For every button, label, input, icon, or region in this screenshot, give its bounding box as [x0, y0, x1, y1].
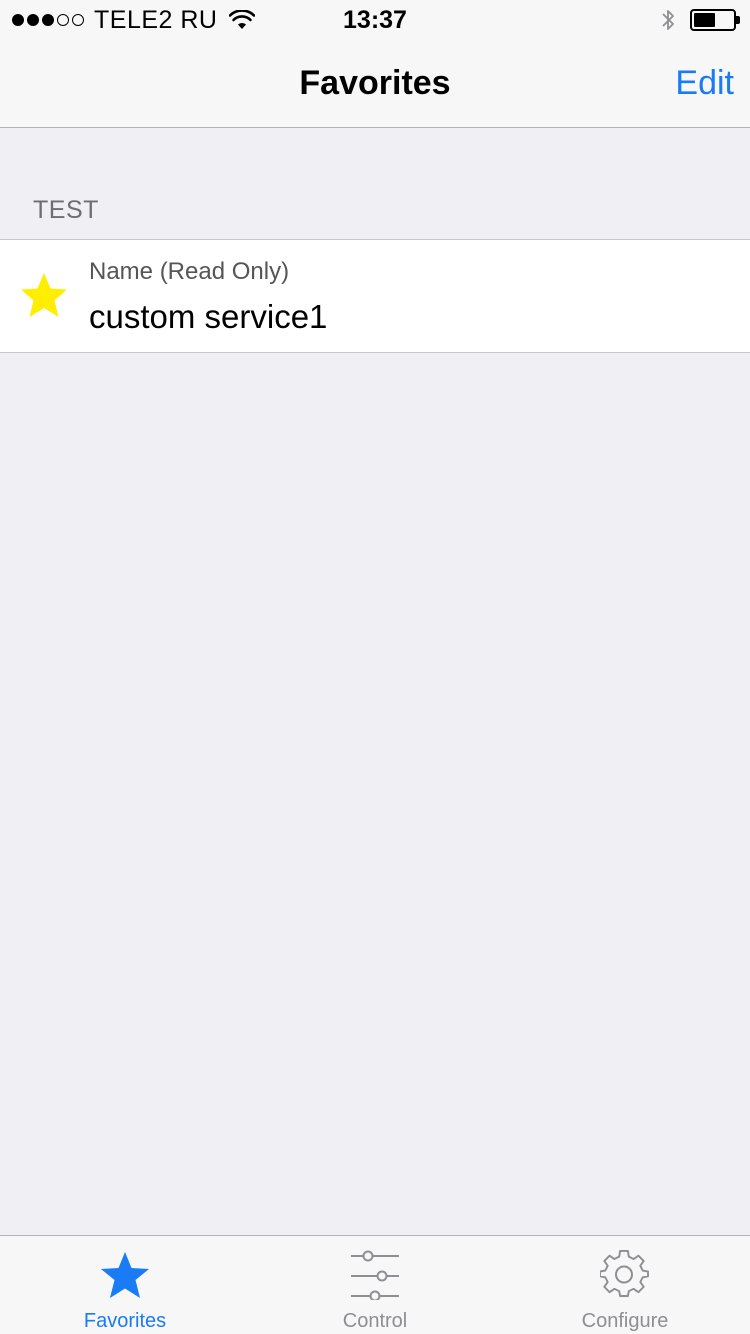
- item-label: Name (Read Only): [89, 258, 290, 285]
- tab-label: Configure: [581, 1310, 669, 1332]
- status-right: [660, 6, 740, 34]
- item-value: custom service1: [89, 298, 328, 335]
- tab-control[interactable]: Control: [250, 1236, 500, 1334]
- favorites-screen: TELE2 RU 13:37 Favorites Edit TEST Name …: [0, 0, 750, 1334]
- tab-configure[interactable]: Configure: [500, 1236, 750, 1334]
- navigation-bar: Favorites Edit: [0, 40, 750, 128]
- bluetooth-icon: [662, 10, 674, 30]
- favorite-item[interactable]: Name (Read Only) custom service1: [0, 239, 750, 353]
- page-title: Favorites: [299, 64, 451, 102]
- gear-icon: [600, 1250, 649, 1297]
- star-icon: [101, 1252, 149, 1298]
- status-bar: TELE2 RU 13:37: [0, 0, 750, 40]
- battery-icon: [690, 9, 740, 31]
- sliders-icon: [351, 1250, 399, 1300]
- edit-button[interactable]: Edit: [675, 64, 734, 103]
- section-header: TEST: [33, 196, 99, 224]
- star-icon: [21, 273, 67, 317]
- status-time: 13:37: [343, 6, 407, 34]
- tab-favorites[interactable]: Favorites: [0, 1236, 250, 1334]
- battery-level: [694, 13, 715, 27]
- tab-label: Favorites: [83, 1310, 167, 1332]
- tab-bar: Favorites Control Configure: [0, 1235, 750, 1334]
- tab-label: Control: [342, 1310, 408, 1332]
